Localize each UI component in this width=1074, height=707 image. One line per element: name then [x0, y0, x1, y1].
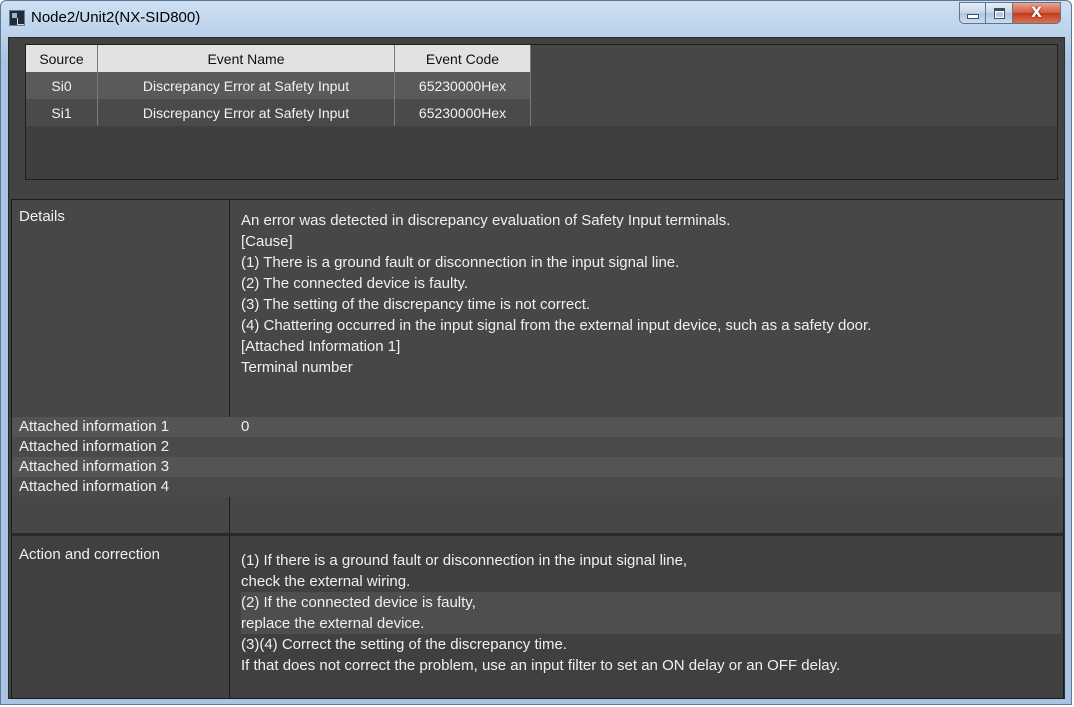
column-header-event-name[interactable]: Event Name	[98, 45, 395, 72]
table-header-row: Source Event Name Event Code	[26, 45, 1057, 73]
details-line: [Cause]	[241, 233, 293, 250]
events-table: Source Event Name Event Code Si0 Discrep…	[25, 44, 1058, 180]
details-line: Terminal number	[241, 359, 353, 376]
details-text: An error was detected in discrepancy eva…	[241, 210, 871, 378]
details-line: [Attached Information 1]	[241, 338, 401, 355]
details-section: Details Attached information 1 Attached …	[11, 199, 1064, 534]
details-line: An error was detected in discrepancy eva…	[241, 212, 731, 229]
action-label-column: Action and correction	[12, 536, 230, 698]
app-icon	[9, 10, 25, 26]
attached-label-row: Attached information 2	[12, 437, 230, 457]
column-header-source[interactable]: Source	[26, 45, 98, 72]
action-block: (1) If there is a ground fault or discon…	[241, 550, 1061, 592]
column-header-event-code[interactable]: Event Code	[395, 45, 531, 72]
minimize-button[interactable]	[959, 2, 986, 24]
event-details-window: Node2/Unit2(NX-SID800) X Source Event Na…	[0, 0, 1072, 705]
action-block: (2) If the connected device is faulty, r…	[241, 592, 1061, 634]
cell-event-name: Discrepancy Error at Safety Input	[98, 99, 395, 126]
attached-info-3-label: Attached information 3	[19, 458, 170, 475]
maximize-icon	[993, 7, 1005, 19]
action-text: (1) If there is a ground fault or discon…	[241, 550, 1061, 676]
minimize-icon	[966, 13, 979, 19]
cell-source: Si1	[26, 99, 98, 126]
action-block: (3)(4) Correct the setting of the discre…	[241, 634, 1061, 676]
attached-info-4-value-row	[230, 477, 1063, 497]
details-line: (2) The connected device is faulty.	[241, 275, 469, 292]
details-line: (3) The setting of the discrepancy time …	[241, 296, 591, 313]
window-controls: X	[959, 2, 1061, 24]
attached-info-3-value-row	[230, 457, 1063, 477]
action-line: check the external wiring.	[241, 573, 411, 590]
cell-event-name: Discrepancy Error at Safety Input	[98, 72, 395, 99]
attached-info-2-value-row	[230, 437, 1063, 457]
attached-info-2-label: Attached information 2	[19, 438, 170, 455]
column-header-empty	[531, 45, 1057, 72]
attached-label-row: Attached information 3	[12, 457, 230, 477]
title-bar[interactable]: Node2/Unit2(NX-SID800) X	[1, 1, 1071, 37]
attached-info-1-value: 0	[241, 418, 250, 435]
action-line: replace the external device.	[241, 615, 425, 632]
action-label: Action and correction	[19, 546, 160, 563]
close-icon: X	[1031, 5, 1042, 21]
table-row[interactable]: Si1 Discrepancy Error at Safety Input 65…	[26, 99, 1057, 126]
window-title: Node2/Unit2(NX-SID800)	[31, 9, 201, 26]
details-line: (1) There is a ground fault or disconnec…	[241, 254, 680, 271]
cell-event-code: 65230000Hex	[395, 72, 531, 99]
action-line: If that does not correct the problem, us…	[241, 657, 841, 674]
attached-info-4-label: Attached information 4	[19, 478, 170, 495]
maximize-button[interactable]	[986, 2, 1013, 24]
attached-label-row: Attached information 1	[12, 417, 230, 437]
cell-empty	[531, 72, 1057, 99]
close-button[interactable]: X	[1013, 2, 1061, 24]
details-line: (4) Chattering occurred in the input sig…	[241, 317, 872, 334]
table-row[interactable]: Si0 Discrepancy Error at Safety Input 65…	[26, 72, 1057, 99]
cell-empty	[531, 99, 1057, 126]
details-label: Details	[19, 208, 65, 225]
action-line: (2) If the connected device is faulty,	[241, 594, 476, 611]
cell-event-code: 65230000Hex	[395, 99, 531, 126]
action-line: (3)(4) Correct the setting of the discre…	[241, 636, 567, 653]
attached-label-row: Attached information 4	[12, 477, 230, 497]
action-section: Action and correction (1) If there is a …	[11, 533, 1064, 699]
details-label-column: Details Attached information 1 Attached …	[12, 200, 230, 533]
attached-info-1-value-row: 0	[230, 417, 1063, 437]
attached-info-1-label: Attached information 1	[19, 418, 170, 435]
action-line: (1) If there is a ground fault or discon…	[241, 552, 688, 569]
cell-source: Si0	[26, 72, 98, 99]
